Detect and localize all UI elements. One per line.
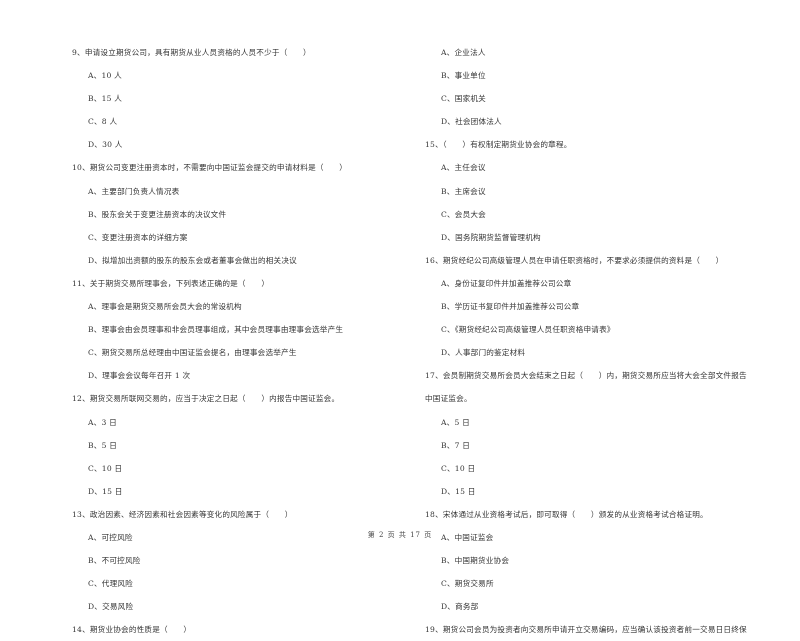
answer-option: C、会员大会: [441, 209, 486, 219]
answer-option: B、不可控风险: [88, 556, 141, 566]
question-text: 14、期货业协会的性质是（ ）: [72, 625, 192, 635]
answer-option: A、理事会是期货交易所会员大会的常设机构: [88, 302, 242, 312]
answer-option: A、主任会议: [441, 163, 486, 173]
question-text: 18、宋体通过从业资格考试后，即可取得（ ）颁发的从业资格考试合格证明。: [425, 509, 708, 519]
question-text: 13、政治因素、经济因素和社会因素等变化的风险属于（ ）: [72, 509, 293, 519]
left-column: 9、申请设立期货公司，具有期货从业人员资格的人员不少于（ ） A、10 人 B、15…: [72, 41, 402, 641]
answer-option: B、事业单位: [441, 71, 486, 81]
answer-option: B、学历证书复印件并加盖推荐公司公章: [441, 302, 580, 312]
question-text: 19、期货公司会员为投资者向交易所申请开立交易编码，应当确认该投资者前一交易日日…: [425, 625, 747, 635]
answer-option: D、国务院期货监督管理机构: [441, 232, 541, 242]
answer-option: B、中国期货业协会: [441, 556, 510, 566]
question-text: 12、期货交易所联网交易的，应当于决定之日起（ ）内报告中国证监会。: [72, 394, 340, 404]
answer-option: B、5 日: [88, 440, 118, 450]
answer-option: B、7 日: [441, 440, 471, 450]
question-text: 15、（ ）有权制定期货业协会的章程。: [425, 140, 572, 150]
answer-option: D、人事部门的鉴定材料: [441, 348, 526, 358]
question-text: 中国证监会。: [425, 394, 472, 404]
answer-option: D、社会团体法人: [441, 117, 502, 127]
page-footer: 第 2 页 共 17 页: [367, 531, 433, 539]
answer-option: B、15 人: [88, 94, 123, 104]
answer-option: A、3 日: [88, 417, 117, 427]
question-text: 10、期货公司变更注册资本时，不需要向中国证监会提交的申请材料是（ ）: [72, 163, 348, 173]
answer-option: C、10 日: [88, 463, 123, 473]
answer-option: B、理事会由会员理事和非会员理事组成，其中会员理事由理事会选举产生: [88, 325, 344, 335]
answer-option: A、企业法人: [441, 48, 486, 57]
answer-option: D、15 日: [441, 486, 476, 496]
answer-option: B、主席会议: [441, 186, 486, 196]
answer-option: D、30 人: [88, 140, 123, 150]
answer-option: C、期货交易所总经理由中国证监会提名，由理事会选举产生: [88, 348, 297, 358]
answer-option: A、主要部门负责人情况表: [88, 186, 180, 196]
question-text: 11、关于期货交易所理事会，下列表述正确的是（ ）: [72, 278, 270, 288]
answer-option: A、身份证复印件并加盖推荐公司公章: [441, 278, 572, 288]
right-column: A、企业法人 B、事业单位 C、国家机关 D、社会团体法人 15、（ ）有权制定期货业协…: [425, 41, 765, 641]
answer-option: D、拟增加出资额的股东的股东会或者董事会做出的相关决议: [88, 255, 297, 265]
answer-option: C、变更注册资本的详细方案: [88, 232, 188, 242]
answer-option: C、8 人: [88, 117, 118, 127]
answer-option: B、股东会关于变更注册资本的决议文件: [88, 209, 227, 219]
answer-option: C、期货交易所: [441, 579, 494, 589]
answer-option: D、15 日: [88, 486, 123, 496]
answer-option: A、5 日: [441, 417, 470, 427]
answer-option: C、代理风险: [88, 579, 133, 589]
answer-option: D、商务部: [441, 602, 479, 612]
answer-option: C、国家机关: [441, 94, 486, 104]
question-text: 17、会员制期货交易所会员大会结束之日起（ ）内，期货交易所应当将大会全部文件报…: [425, 371, 747, 381]
answer-option: C、10 日: [441, 463, 476, 473]
answer-option: A、10 人: [88, 71, 122, 81]
answer-option: C、《期货经纪公司高级管理人员任职资格申请表》: [441, 325, 615, 335]
answer-option: D、交易风险: [88, 602, 134, 612]
answer-option: D、理事会会议每年召开 1 次: [88, 371, 191, 381]
question-text: 16、期货经纪公司高级管理人员在申请任职资格时，不要求必须提供的资料是（ ）: [425, 255, 724, 265]
question-text: 9、申请设立期货公司，具有期货从业人员资格的人员不少于（ ）: [72, 48, 311, 57]
